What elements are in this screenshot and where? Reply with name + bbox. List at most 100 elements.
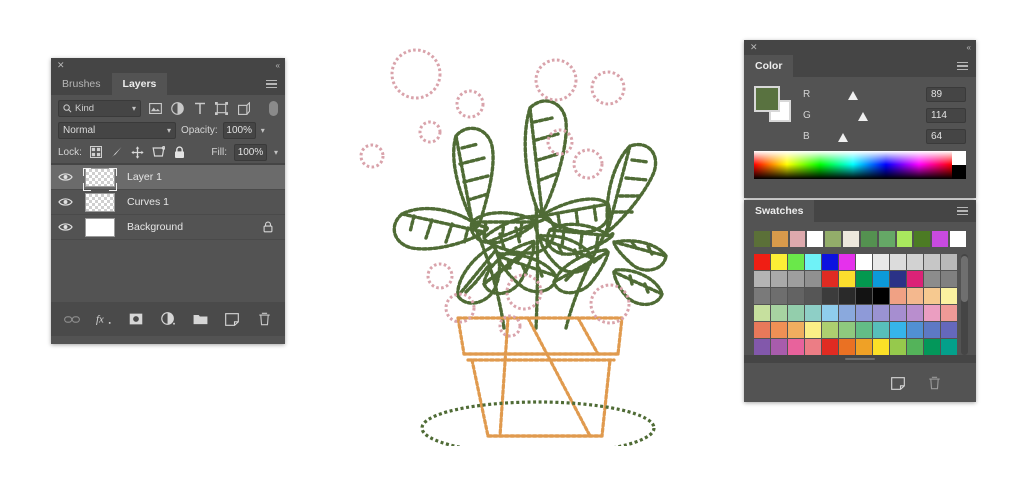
swatch-2-4[interactable] <box>822 288 838 304</box>
swatch-1-2[interactable] <box>788 271 804 287</box>
swatch-2-5[interactable] <box>839 288 855 304</box>
recent-swatch-8[interactable] <box>896 231 913 247</box>
layer-name[interactable]: Curves 1 <box>120 196 285 208</box>
lock-move-icon[interactable] <box>131 145 145 159</box>
swatch-2-10[interactable] <box>924 288 940 304</box>
swatch-1-3[interactable] <box>805 271 821 287</box>
lock-all-icon[interactable] <box>173 145 187 159</box>
tab-swatches[interactable]: Swatches <box>744 200 815 222</box>
recent-swatch-7[interactable] <box>878 231 895 247</box>
layer-visibility-toggle[interactable] <box>51 222 80 232</box>
new-group-icon[interactable] <box>192 311 208 327</box>
swatch-5-10[interactable] <box>924 339 940 355</box>
delete-swatch-icon[interactable] <box>926 375 942 391</box>
swatch-2-8[interactable] <box>890 288 906 304</box>
tab-layers[interactable]: Layers <box>111 73 168 95</box>
swatch-4-8[interactable] <box>890 322 906 338</box>
swatch-0-1[interactable] <box>771 254 787 270</box>
lock-paint-icon[interactable] <box>110 145 124 159</box>
swatch-2-1[interactable] <box>771 288 787 304</box>
layer-visibility-toggle[interactable] <box>51 197 80 207</box>
tab-color[interactable]: Color <box>744 55 794 77</box>
swatch-1-4[interactable] <box>822 271 838 287</box>
g-value-input[interactable]: 114 <box>926 107 966 123</box>
smartobject-filter-icon[interactable] <box>236 101 251 116</box>
layer-thumbnail-wrap[interactable] <box>80 167 120 191</box>
swatch-0-2[interactable] <box>788 254 804 270</box>
b-slider-knob[interactable] <box>838 132 849 142</box>
swatch-3-11[interactable] <box>941 305 957 321</box>
panel-menu-button[interactable] <box>258 73 285 95</box>
layer-name[interactable]: Layer 1 <box>120 171 285 183</box>
swatch-4-10[interactable] <box>924 322 940 338</box>
r-value-input[interactable]: 89 <box>926 86 966 102</box>
swatch-3-2[interactable] <box>788 305 804 321</box>
fx-icon[interactable]: fx <box>96 311 112 327</box>
lock-transparency-icon[interactable] <box>89 145 103 159</box>
opacity-input[interactable]: 100% <box>222 121 256 139</box>
swatch-4-3[interactable] <box>805 322 821 338</box>
swatch-0-10[interactable] <box>924 254 940 270</box>
swatch-3-5[interactable] <box>839 305 855 321</box>
swatch-3-6[interactable] <box>856 305 872 321</box>
b-slider-track[interactable] <box>818 132 919 142</box>
swatch-1-6[interactable] <box>856 271 872 287</box>
swatch-3-8[interactable] <box>890 305 906 321</box>
swatch-1-5[interactable] <box>839 271 855 287</box>
recent-swatch-3[interactable] <box>807 231 824 247</box>
r-slider-knob[interactable] <box>848 90 859 100</box>
table-row[interactable]: Curves 1 <box>51 190 285 215</box>
scrollbar-thumb[interactable] <box>961 256 968 302</box>
g-slider-knob[interactable] <box>858 111 869 121</box>
delete-layer-icon[interactable] <box>256 311 272 327</box>
swatch-1-0[interactable] <box>754 271 770 287</box>
swatch-5-5[interactable] <box>839 339 855 355</box>
swatch-4-2[interactable] <box>788 322 804 338</box>
swatch-5-9[interactable] <box>907 339 923 355</box>
swatch-0-4[interactable] <box>822 254 838 270</box>
adjustment-filter-icon[interactable] <box>170 101 185 116</box>
swatch-0-8[interactable] <box>890 254 906 270</box>
swatches-scrollbar[interactable] <box>961 254 968 355</box>
recent-swatch-1[interactable] <box>771 231 788 247</box>
swatch-1-9[interactable] <box>907 271 923 287</box>
swatch-5-3[interactable] <box>805 339 821 355</box>
panel-menu-button[interactable] <box>949 55 976 77</box>
swatch-4-1[interactable] <box>771 322 787 338</box>
fill-stepper-chevron-icon[interactable]: ▾ <box>274 148 278 157</box>
adjustment-layer-icon[interactable] <box>160 311 176 327</box>
filter-enable-toggle[interactable] <box>269 100 278 116</box>
swatch-5-11[interactable] <box>941 339 957 355</box>
fill-input[interactable]: 100% <box>233 143 267 161</box>
recent-swatch-9[interactable] <box>914 231 931 247</box>
r-slider-track[interactable] <box>818 90 919 100</box>
text-filter-icon[interactable] <box>192 101 207 116</box>
swatch-0-6[interactable] <box>856 254 872 270</box>
swatch-1-11[interactable] <box>941 271 957 287</box>
collapse-icon[interactable]: « <box>276 61 281 70</box>
recent-swatch-5[interactable] <box>843 231 859 247</box>
collapse-icon[interactable]: « <box>967 43 972 52</box>
tab-brushes[interactable]: Brushes <box>51 73 112 95</box>
recent-swatch-10[interactable] <box>932 231 949 247</box>
close-icon[interactable]: ✕ <box>750 43 758 52</box>
recent-swatch-4[interactable] <box>825 231 842 247</box>
g-slider-track[interactable] <box>818 111 919 121</box>
swatch-0-9[interactable] <box>907 254 923 270</box>
swatch-4-5[interactable] <box>839 322 855 338</box>
swatch-1-8[interactable] <box>890 271 906 287</box>
table-row[interactable]: Layer 1 <box>51 165 285 191</box>
add-mask-icon[interactable] <box>128 311 144 327</box>
new-layer-icon[interactable] <box>224 311 240 327</box>
swatch-0-11[interactable] <box>941 254 957 270</box>
swatch-4-6[interactable] <box>856 322 872 338</box>
swatch-2-6[interactable] <box>856 288 872 304</box>
layer-visibility-toggle[interactable] <box>51 172 80 182</box>
swatches-panel-resize-grip[interactable] <box>744 355 976 363</box>
close-icon[interactable]: ✕ <box>57 61 65 70</box>
table-row[interactable]: Background <box>51 215 285 240</box>
swatch-2-0[interactable] <box>754 288 770 304</box>
layer-thumbnail-wrap[interactable] <box>80 192 120 212</box>
swatch-3-4[interactable] <box>822 305 838 321</box>
black-swatch[interactable] <box>952 165 966 179</box>
